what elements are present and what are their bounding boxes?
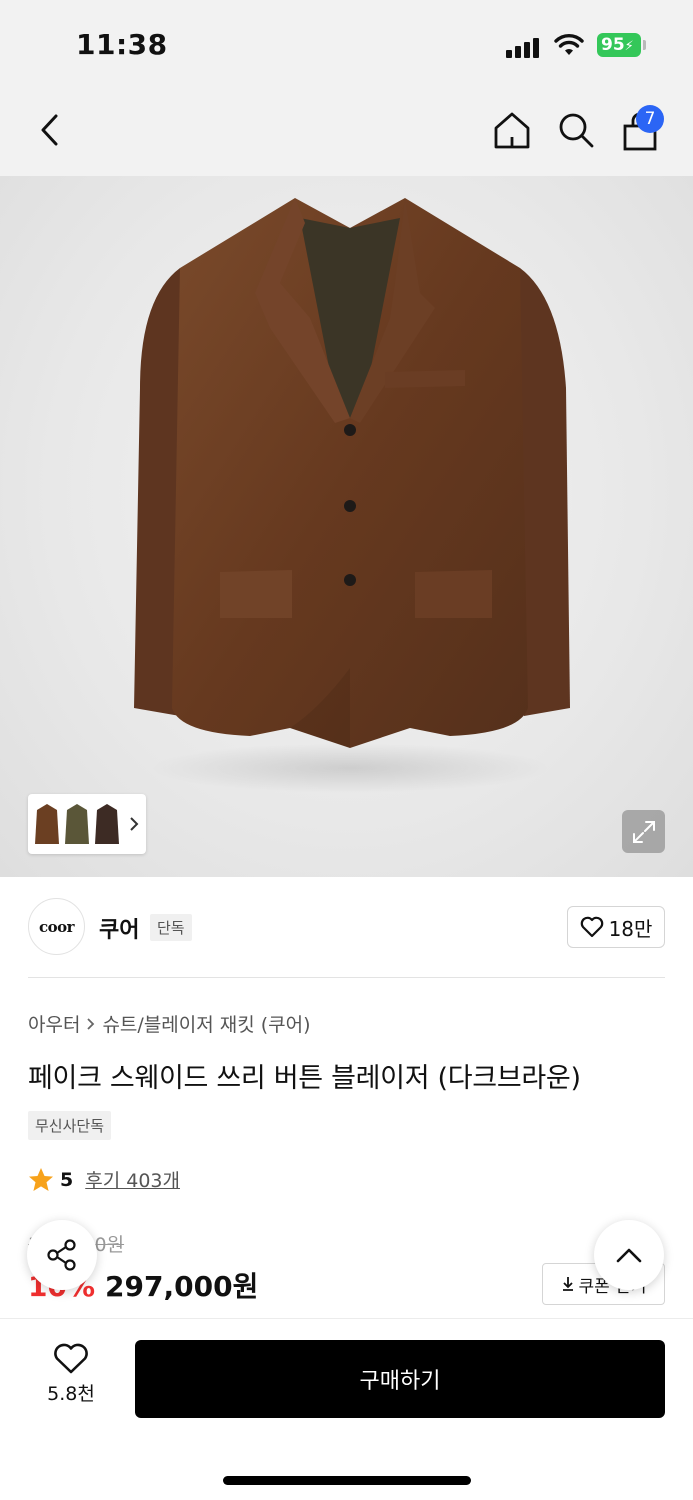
back-button[interactable]: [30, 110, 70, 150]
breadcrumb: 아우터 슈트/블레이저 재킷 (쿠어): [28, 1010, 311, 1037]
thumbnail-strip[interactable]: [28, 794, 146, 854]
status-bar: 11:38 95⚡: [0, 0, 693, 90]
brand-logo[interactable]: coor: [28, 898, 85, 955]
review-count-link[interactable]: 후기 403개: [85, 1166, 180, 1193]
heart-icon: [580, 916, 603, 938]
share-button[interactable]: [27, 1220, 97, 1290]
cellular-signal-icon: [506, 34, 542, 58]
wishlist-count: 5.8천: [47, 1383, 95, 1405]
brand-like-button[interactable]: 18만: [567, 906, 665, 948]
rating-score: 5: [60, 1168, 74, 1191]
home-indicator: [223, 1476, 471, 1485]
cart-count-badge: 7: [636, 105, 664, 133]
buy-button[interactable]: 구매하기: [135, 1340, 665, 1418]
rating: 5 후기 403개: [28, 1166, 180, 1193]
battery-level: 95: [601, 35, 625, 55]
product-image: [134, 198, 570, 793]
product-image-carousel[interactable]: [0, 176, 693, 877]
search-button[interactable]: [554, 108, 598, 152]
battery-cap: [643, 40, 646, 50]
heart-icon: [54, 1343, 88, 1374]
scroll-top-button[interactable]: [594, 1220, 664, 1290]
divider: [28, 977, 665, 978]
brand-like-count: 18만: [608, 916, 653, 941]
breadcrumb-level2[interactable]: 슈트/블레이저 재킷 (쿠어): [102, 1010, 310, 1037]
sale-price: 297,000원: [105, 1270, 259, 1303]
back-icon: [41, 114, 58, 146]
home-icon: [494, 112, 530, 149]
chevron-up-icon: [616, 1248, 642, 1263]
breadcrumb-level1[interactable]: 아우터: [28, 1010, 80, 1037]
product-title: 페이크 스웨이드 쓰리 버튼 블레이저 (다크브라운): [28, 1063, 581, 1094]
brand-exclusive-tag: 단독: [150, 914, 192, 941]
wifi-icon: [554, 34, 584, 55]
status-time: 11:38: [76, 28, 168, 61]
thumbnail-olive: [65, 804, 89, 844]
chevron-right-icon: [130, 817, 139, 831]
expand-image-button[interactable]: [622, 810, 665, 853]
battery-indicator: 95⚡: [597, 33, 641, 57]
chevron-right-icon: [87, 1017, 95, 1030]
home-button[interactable]: [490, 108, 534, 152]
expand-icon: [632, 820, 655, 843]
wishlist-button[interactable]: 5.8천: [30, 1343, 112, 1417]
thumbnail-brown: [35, 804, 59, 844]
exclusive-tag: 무신사단독: [28, 1111, 112, 1140]
brand-name[interactable]: 쿠어: [99, 912, 139, 944]
thumbnail-dark: [95, 804, 119, 844]
star-icon: [29, 1168, 53, 1191]
download-icon: [562, 1277, 573, 1291]
share-icon: [47, 1239, 76, 1271]
search-icon: [559, 113, 594, 148]
